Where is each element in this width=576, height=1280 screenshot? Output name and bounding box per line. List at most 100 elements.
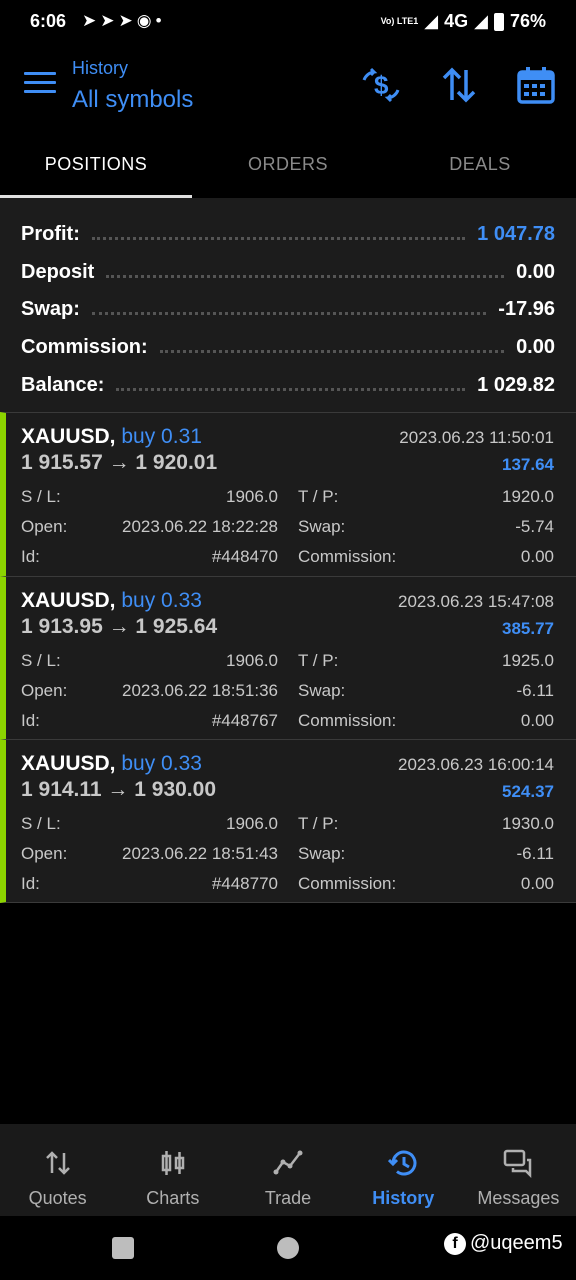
- quotes-arrows-icon: [45, 1151, 70, 1175]
- position-item[interactable]: XAUUSD, buy 0.33 2023.06.23 15:47:08 1 9…: [0, 575, 576, 741]
- dotted-leader: [116, 387, 466, 391]
- sort-icon[interactable]: [438, 64, 480, 106]
- open-close-prices: 1 914.11 → 1 930.00: [21, 778, 216, 801]
- tp-label: T / P:: [298, 814, 339, 833]
- summary-profit-value: 1 047.78: [477, 223, 555, 246]
- trend-line-icon: [273, 1150, 303, 1175]
- signal-icon: ◢: [424, 11, 439, 31]
- tab-positions[interactable]: POSITIONS: [0, 134, 192, 198]
- summary-label: Deposit: [21, 260, 95, 283]
- network-type: 4G: [444, 11, 469, 31]
- position-id: #448470: [211, 547, 278, 566]
- calendar-icon[interactable]: [515, 64, 557, 106]
- battery-icon: [493, 12, 504, 31]
- status-bar: 6:06 ➤➤➤◉• Vo) LTE1 ◢ 4G ◢ 76%: [0, 0, 576, 44]
- position-item[interactable]: XAUUSD, buy 0.33 2023.06.23 16:00:14 1 9…: [0, 739, 576, 903]
- nav-charts[interactable]: Charts: [115, 1124, 230, 1216]
- candlestick-icon: [161, 1151, 185, 1175]
- sl-value: 1906.0: [226, 650, 278, 670]
- detail-row: Open: 2023.06.22 18:51:43 Swap: -6.11: [21, 844, 554, 874]
- open-label: Open:: [21, 680, 68, 700]
- detail-row: Id: #448767 Commission: 0.00: [21, 711, 554, 741]
- symbol-name: XAUUSD,: [21, 752, 116, 775]
- id-label: Id:: [21, 710, 40, 730]
- position-item[interactable]: XAUUSD, buy 0.31 2023.06.23 11:50:01 1 9…: [0, 412, 576, 576]
- tp-value: 1920.0: [502, 487, 554, 506]
- swap-value: -5.74: [515, 517, 554, 536]
- nav-history[interactable]: History: [346, 1124, 461, 1216]
- notification-icons: ➤➤➤◉•: [82, 11, 166, 31]
- position-side: buy 0.31: [121, 425, 202, 448]
- sl-value: 1906.0: [226, 814, 278, 833]
- telegram-icon: ➤: [100, 11, 119, 30]
- tp-label: T / P:: [298, 650, 339, 670]
- home-button[interactable]: [277, 1237, 299, 1259]
- tab-deals[interactable]: DEALS: [384, 134, 576, 198]
- position-side: buy 0.33: [121, 588, 202, 612]
- chat-bubbles-icon: [504, 1149, 532, 1178]
- summary-label: Balance:: [21, 373, 105, 396]
- positions-list: XAUUSD, buy 0.31 2023.06.23 11:50:01 1 9…: [0, 412, 576, 903]
- position-symbol: XAUUSD, buy 0.33: [21, 752, 202, 776]
- position-details: S / L: 1906.0 T / P: 1925.0 Open: 2023.0…: [21, 651, 554, 741]
- id-label: Id:: [21, 874, 40, 893]
- summary-label: Swap:: [21, 298, 80, 321]
- dotted-leader: [91, 237, 466, 241]
- open-time: 2023.06.22 18:51:36: [122, 680, 278, 700]
- open-close-prices: 1 915.57 → 1 920.01: [21, 451, 218, 474]
- sl-label: S / L:: [21, 487, 61, 506]
- nav-trade[interactable]: Trade: [230, 1124, 345, 1216]
- detail-row: Id: #448770 Commission: 0.00: [21, 874, 554, 904]
- commission-label: Commission:: [298, 710, 397, 730]
- detail-row: S / L: 1906.0 T / P: 1920.0: [21, 487, 554, 517]
- position-details: S / L: 1906.0 T / P: 1920.0 Open: 2023.0…: [21, 487, 554, 577]
- battery-level: 76%: [509, 11, 546, 31]
- music-icon: ◉: [136, 11, 156, 30]
- currency-exchange-icon[interactable]: $: [360, 64, 402, 106]
- position-side: buy 0.33: [121, 752, 202, 775]
- symbol-name: XAUUSD,: [21, 588, 116, 612]
- detail-row: S / L: 1906.0 T / P: 1930.0: [21, 814, 554, 844]
- bottom-navigation: Quotes Charts Trade History Messages: [0, 1124, 576, 1216]
- toolbar-subtitle: History: [72, 58, 129, 78]
- nav-label: Quotes: [28, 1188, 87, 1208]
- sl-label: S / L:: [21, 650, 61, 670]
- position-profit: 385.77: [502, 618, 554, 638]
- commission-label: Commission:: [298, 874, 397, 893]
- swap-value: -6.11: [516, 844, 555, 863]
- telegram-icon: ➤: [82, 11, 101, 30]
- history-clock-icon: [388, 1150, 417, 1176]
- status-right: Vo) LTE1 ◢ 4G ◢ 76%: [381, 11, 546, 32]
- open-label: Open:: [21, 844, 68, 863]
- menu-icon[interactable]: [24, 72, 56, 96]
- telegram-icon: ➤: [118, 11, 137, 30]
- position-details: S / L: 1906.0 T / P: 1930.0 Open: 2023.0…: [21, 814, 554, 904]
- position-profit: 524.37: [502, 782, 554, 801]
- facebook-icon: f: [444, 1232, 466, 1255]
- commission-value: 0.00: [520, 710, 554, 730]
- detail-row: S / L: 1906.0 T / P: 1925.0: [21, 651, 554, 681]
- commission-label: Commission:: [298, 547, 397, 566]
- nav-quotes[interactable]: Quotes: [0, 1124, 115, 1216]
- watermark: f @uqeem5: [444, 1232, 563, 1255]
- swap-label: Swap:: [298, 680, 346, 700]
- open-close-prices: 1 913.95 → 1 925.64: [21, 614, 218, 638]
- signal-icon: ◢: [474, 11, 488, 31]
- tp-value: 1930.0: [502, 814, 554, 833]
- summary-commission-value: 0.00: [516, 336, 555, 359]
- symbol-filter-title[interactable]: All symbols: [72, 86, 193, 114]
- status-time: 6:06: [30, 11, 67, 31]
- position-id: #448767: [211, 710, 278, 730]
- detail-row: Open: 2023.06.22 18:51:36 Swap: -6.11: [21, 681, 554, 711]
- nav-label: Messages: [477, 1188, 560, 1208]
- account-summary: Profit: 1 047.78 Deposit 0.00 Swap: -17.…: [0, 198, 576, 412]
- app-toolbar: History All symbols $: [0, 44, 576, 134]
- summary-commission-row: Commission: 0.00: [21, 329, 555, 367]
- close-time: 2023.06.23 16:00:14: [398, 755, 554, 774]
- recents-button[interactable]: [112, 1237, 134, 1259]
- summary-swap-value: -17.96: [498, 298, 555, 321]
- nav-messages[interactable]: Messages: [461, 1124, 576, 1216]
- tab-orders[interactable]: ORDERS: [192, 134, 384, 198]
- summary-balance-value: 1 029.82: [477, 373, 555, 396]
- dot-icon: •: [155, 11, 166, 30]
